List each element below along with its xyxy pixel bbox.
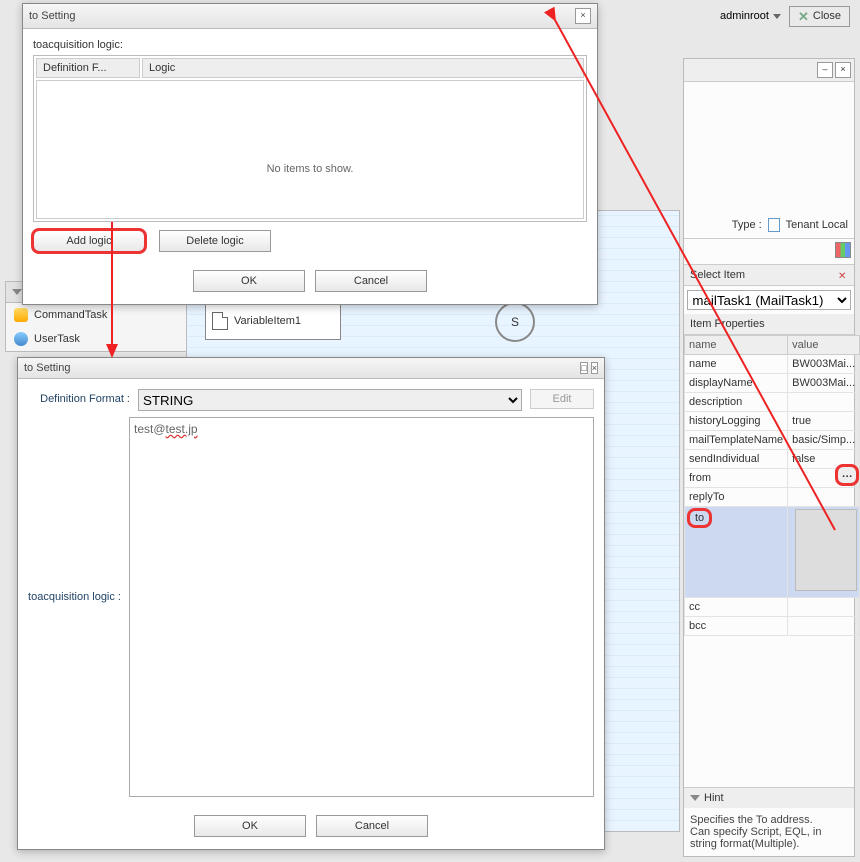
cancel-button[interactable]: Cancel <box>315 270 427 292</box>
file-icon <box>768 218 780 232</box>
select-item-label: Select Item <box>690 269 745 281</box>
variable-item-label: VariableItem1 <box>234 315 301 327</box>
user-name: adminroot <box>720 10 769 22</box>
hint-title: Hint <box>704 792 724 804</box>
dialog-maximize-button[interactable]: □ <box>580 362 587 374</box>
logic-textarea[interactable]: test@test.jp <box>129 417 594 797</box>
palette-icon[interactable] <box>835 242 851 258</box>
text-value: test@test.jp <box>134 422 198 436</box>
table-row[interactable]: displayNameBW003Mai... <box>685 374 860 393</box>
hint-header[interactable]: Hint <box>684 788 854 808</box>
ok-button[interactable]: OK <box>193 270 305 292</box>
user-menu[interactable]: adminroot <box>720 10 781 22</box>
user-icon <box>14 332 28 346</box>
to-label: to <box>689 510 710 526</box>
document-icon <box>212 312 228 330</box>
activity-item-label: CommandTask <box>34 309 107 321</box>
edit-button: Edit <box>530 389 594 409</box>
table-row-to[interactable]: to <box>685 507 860 598</box>
close-button[interactable]: ✕ Close <box>789 6 850 27</box>
dialog-close-button[interactable]: × <box>575 8 591 24</box>
start-node[interactable]: S <box>495 302 535 342</box>
gear-icon <box>14 308 28 322</box>
dropdown-icon <box>773 14 781 19</box>
item-properties-header: Item Properties <box>684 314 854 335</box>
activity-item-label: UserTask <box>34 333 80 345</box>
table-row[interactable]: replyTo… <box>685 488 860 507</box>
ok-button[interactable]: OK <box>194 815 306 837</box>
start-label: S <box>511 315 519 329</box>
dialog-title: to Setting <box>29 10 75 22</box>
to-value-box <box>795 509 857 591</box>
empty-message: No items to show. <box>36 80 584 219</box>
to-setting-dialog-2: to Setting □ × Definition Format : STRIN… <box>17 357 605 850</box>
table-row[interactable]: cc <box>685 598 860 617</box>
dialog-title: to Setting <box>24 362 70 374</box>
chevron-down-icon <box>690 795 700 801</box>
logic-label: toacquisition logic: <box>33 39 587 51</box>
select-item-header: Select Item <box>684 265 854 286</box>
table-row[interactable]: historyLoggingtrue <box>685 412 860 431</box>
minimize-button[interactable]: – <box>817 62 833 78</box>
table-row[interactable]: mailTemplateNamebasic/Simp... <box>685 431 860 450</box>
type-value: Tenant Local <box>786 219 848 231</box>
type-row: Type : Tenant Local <box>684 212 854 239</box>
dialog-close-button[interactable]: × <box>591 362 598 374</box>
table-row[interactable]: from <box>685 469 860 488</box>
table-row[interactable]: sendIndividualfalse <box>685 450 860 469</box>
hint-body: Specifies the To address. Can specify Sc… <box>684 808 854 856</box>
delete-icon[interactable] <box>838 270 848 280</box>
close-icon: ✕ <box>798 10 809 23</box>
table-row[interactable]: nameBW003Mai... <box>685 355 860 374</box>
add-logic-button[interactable]: Add logic <box>33 230 145 252</box>
to-setting-dialog-1: to Setting × toacquisition logic: Defini… <box>22 3 598 305</box>
definition-format-select[interactable]: STRING <box>138 389 522 411</box>
inspector-panel: – × Type : Tenant Local Select Item mail… <box>683 58 855 857</box>
col-name: name <box>685 336 788 355</box>
item-properties-label: Item Properties <box>690 318 765 330</box>
activity-usertask[interactable]: UserTask <box>6 327 186 351</box>
variable-item-node[interactable]: VariableItem1 <box>205 302 341 340</box>
close-label: Close <box>813 10 841 22</box>
logic-label: toacquisition logic : <box>28 411 121 603</box>
ellipsis-button[interactable]: … <box>837 466 857 484</box>
definition-format-label: Definition Format : <box>28 389 130 405</box>
chevron-down-icon <box>12 289 22 295</box>
close-panel-button[interactable]: × <box>835 62 851 78</box>
logic-table: Definition F...Logic No items to show. <box>33 55 587 222</box>
cancel-button[interactable]: Cancel <box>316 815 428 837</box>
col-definition: Definition F... <box>36 58 140 78</box>
table-row[interactable]: bcc <box>685 617 860 636</box>
type-label: Type : <box>732 219 762 231</box>
activity-commandtask[interactable]: CommandTask <box>6 303 186 327</box>
properties-table: namevalue nameBW003Mai... displayNameBW0… <box>684 335 860 636</box>
col-value: value <box>788 336 860 355</box>
select-item-dropdown[interactable]: mailTask1 (MailTask1) <box>687 290 850 310</box>
delete-logic-button[interactable]: Delete logic <box>159 230 271 252</box>
col-logic: Logic <box>142 58 584 78</box>
table-row[interactable]: description <box>685 393 860 412</box>
